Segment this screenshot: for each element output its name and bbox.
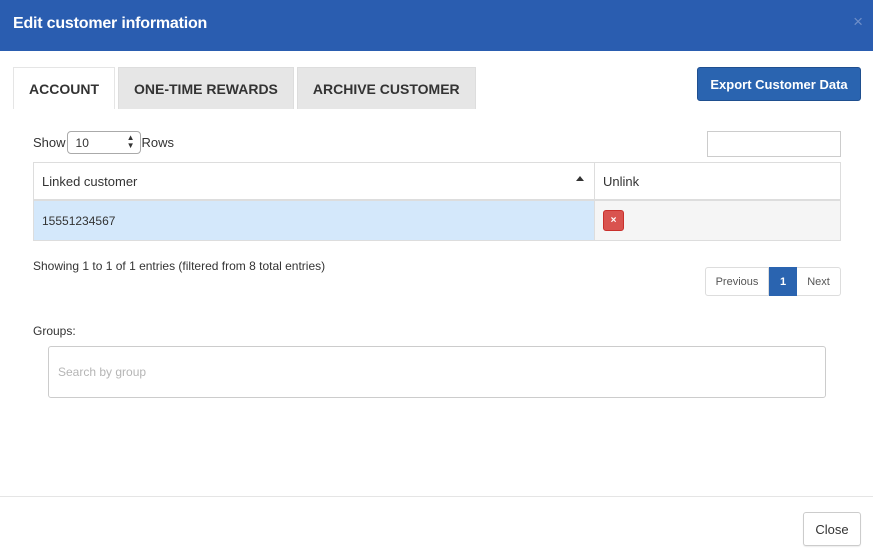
modal-title: Edit customer information [13,15,208,32]
next-page-button[interactable]: Next [797,267,841,296]
linked-customer-cell: 15551234567 [34,201,595,240]
rows-per-page-select[interactable]: 10 ▲ ▼ [66,131,141,154]
unlink-cell: × [595,201,840,240]
table-header-row: Linked customer Unlink [34,163,840,201]
page-length-control: Show 10 ▲ ▼ Rows [33,131,174,154]
remove-icon: × [610,215,617,226]
rows-label: Rows [141,135,175,150]
show-label: Show [33,135,66,150]
column-header-label: Linked customer [42,173,138,189]
close-button[interactable]: Close [803,512,861,546]
column-header-linked-customer[interactable]: Linked customer [34,163,595,199]
tab-one-time-rewards[interactable]: ONE-TIME REWARDS [118,67,294,109]
select-arrows-icon: ▲ ▼ [126,133,135,150]
table-row: 15551234567 × [34,201,840,240]
close-icon[interactable]: × [853,13,863,30]
column-header-label: Unlink [603,173,640,189]
page-1-button[interactable]: 1 [769,267,797,296]
tab-account[interactable]: ACCOUNT [13,67,115,109]
linked-customers-table: Linked customer Unlink 15551234567 × [33,162,841,241]
tab-bar: ACCOUNT ONE-TIME REWARDS ARCHIVE CUSTOME… [13,67,479,109]
rows-per-page-value: 10 [75,135,89,150]
modal-header: Edit customer information × [0,0,873,51]
group-search-placeholder: Search by group [58,365,147,379]
unlink-button[interactable]: × [603,210,624,231]
groups-label: Groups: [33,324,76,338]
sort-asc-icon [576,176,584,181]
previous-page-button[interactable]: Previous [705,267,769,296]
footer-divider [0,496,873,497]
export-customer-data-button[interactable]: Export Customer Data [697,67,861,101]
table-info: Showing 1 to 1 of 1 entries (filtered fr… [33,259,326,273]
group-search-input[interactable]: Search by group [48,346,826,398]
tab-archive-customer[interactable]: ARCHIVE CUSTOMER [296,67,476,109]
pagination: Previous 1 Next [705,267,841,296]
column-header-unlink[interactable]: Unlink [595,163,840,199]
table-search-input[interactable] [707,131,841,157]
